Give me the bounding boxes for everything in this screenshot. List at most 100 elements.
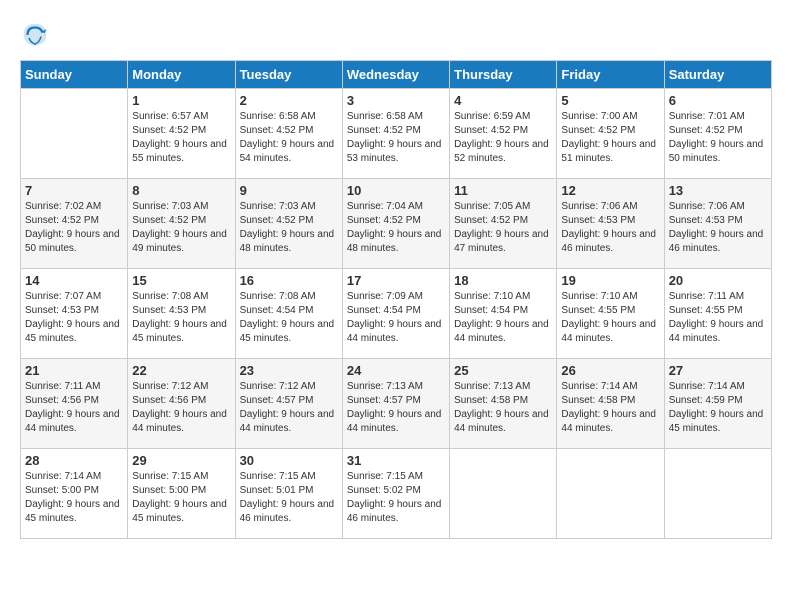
sunrise-text: Sunrise: 7:15 AM (132, 470, 230, 484)
daylight-text: Daylight: 9 hours and 45 minutes. (132, 318, 230, 346)
sunset-text: Sunset: 4:53 PM (561, 214, 659, 228)
daylight-text: Daylight: 9 hours and 46 minutes. (669, 228, 767, 256)
day-info: Sunrise: 7:01 AMSunset: 4:52 PMDaylight:… (669, 110, 767, 166)
daylight-text: Daylight: 9 hours and 46 minutes. (240, 498, 338, 526)
day-info: Sunrise: 7:13 AMSunset: 4:58 PMDaylight:… (454, 380, 552, 436)
sunset-text: Sunset: 4:52 PM (240, 124, 338, 138)
sunset-text: Sunset: 4:52 PM (669, 124, 767, 138)
daylight-text: Daylight: 9 hours and 48 minutes. (240, 228, 338, 256)
day-info: Sunrise: 7:02 AMSunset: 4:52 PMDaylight:… (25, 200, 123, 256)
header-row: SundayMondayTuesdayWednesdayThursdayFrid… (21, 61, 772, 89)
sunrise-text: Sunrise: 7:11 AM (669, 290, 767, 304)
day-number: 15 (132, 273, 230, 288)
sunrise-text: Sunrise: 7:10 AM (454, 290, 552, 304)
day-cell: 10Sunrise: 7:04 AMSunset: 4:52 PMDayligh… (342, 179, 449, 269)
day-cell: 20 Sunrise: 7:11 AMSunset: 4:55 PMDayligh… (664, 269, 771, 359)
daylight-text: Daylight: 9 hours and 44 minutes. (561, 318, 659, 346)
daylight-text: Daylight: 9 hours and 44 minutes. (669, 318, 767, 346)
sunrise-text: Sunrise: 7:02 AM (25, 200, 123, 214)
day-info: Sunrise: 6:58 AMSunset: 4:52 PMDaylight:… (240, 110, 338, 166)
day-cell: 21Sunrise: 7:11 AMSunset: 4:56 PMDayligh… (21, 359, 128, 449)
day-cell: 25 Sunrise: 7:13 AMSunset: 4:58 PMDayligh… (450, 359, 557, 449)
sunrise-text: Sunrise: 7:10 AM (561, 290, 659, 304)
daylight-text: Daylight: 9 hours and 50 minutes. (669, 138, 767, 166)
day-number: 17 (347, 273, 445, 288)
sunset-text: Sunset: 4:55 PM (669, 304, 767, 318)
calendar-body: 1Sunrise: 6:57 AMSunset: 4:52 PMDaylight… (21, 89, 772, 539)
day-number: 29 (132, 453, 230, 468)
sunset-text: Sunset: 5:00 PM (25, 484, 123, 498)
sunset-text: Sunset: 4:54 PM (454, 304, 552, 318)
day-number: 20 (669, 273, 767, 288)
day-cell: 17Sunrise: 7:09 AMSunset: 4:54 PMDayligh… (342, 269, 449, 359)
sunset-text: Sunset: 4:52 PM (347, 214, 445, 228)
day-cell: 9Sunrise: 7:03 AMSunset: 4:52 PMDaylight… (235, 179, 342, 269)
sunrise-text: Sunrise: 7:03 AM (132, 200, 230, 214)
sunset-text: Sunset: 5:02 PM (347, 484, 445, 498)
day-info: Sunrise: 7:11 AMSunset: 4:55 PMDaylight:… (669, 290, 767, 346)
sunset-text: Sunset: 4:58 PM (561, 394, 659, 408)
day-number: 28 (25, 453, 123, 468)
sunrise-text: Sunrise: 6:58 AM (347, 110, 445, 124)
day-cell: 22Sunrise: 7:12 AMSunset: 4:56 PMDayligh… (128, 359, 235, 449)
sunrise-text: Sunrise: 6:59 AM (454, 110, 552, 124)
day-number: 14 (25, 273, 123, 288)
day-info: Sunrise: 7:07 AMSunset: 4:53 PMDaylight:… (25, 290, 123, 346)
daylight-text: Daylight: 9 hours and 45 minutes. (25, 498, 123, 526)
day-cell: 6Sunrise: 7:01 AMSunset: 4:52 PMDaylight… (664, 89, 771, 179)
daylight-text: Daylight: 9 hours and 50 minutes. (25, 228, 123, 256)
day-cell: 3Sunrise: 6:58 AMSunset: 4:52 PMDaylight… (342, 89, 449, 179)
sunrise-text: Sunrise: 7:13 AM (347, 380, 445, 394)
day-cell (21, 89, 128, 179)
sunset-text: Sunset: 4:57 PM (240, 394, 338, 408)
header-cell-wednesday: Wednesday (342, 61, 449, 89)
day-number: 25 (454, 363, 552, 378)
day-number: 19 (561, 273, 659, 288)
page-header (20, 20, 772, 50)
sunrise-text: Sunrise: 7:09 AM (347, 290, 445, 304)
header-cell-tuesday: Tuesday (235, 61, 342, 89)
daylight-text: Daylight: 9 hours and 44 minutes. (347, 318, 445, 346)
sunrise-text: Sunrise: 7:05 AM (454, 200, 552, 214)
day-cell: 1Sunrise: 6:57 AMSunset: 4:52 PMDaylight… (128, 89, 235, 179)
sunrise-text: Sunrise: 7:01 AM (669, 110, 767, 124)
daylight-text: Daylight: 9 hours and 55 minutes. (132, 138, 230, 166)
day-cell: 28Sunrise: 7:14 AMSunset: 5:00 PMDayligh… (21, 449, 128, 539)
day-number: 13 (669, 183, 767, 198)
day-info: Sunrise: 7:06 AMSunset: 4:53 PMDaylight:… (669, 200, 767, 256)
day-number: 22 (132, 363, 230, 378)
sunrise-text: Sunrise: 7:08 AM (132, 290, 230, 304)
day-cell: 14 Sunrise: 7:07 AMSunset: 4:53 PMDayligh… (21, 269, 128, 359)
sunset-text: Sunset: 4:59 PM (669, 394, 767, 408)
sunset-text: Sunset: 5:01 PM (240, 484, 338, 498)
sunrise-text: Sunrise: 7:00 AM (561, 110, 659, 124)
sunrise-text: Sunrise: 7:14 AM (669, 380, 767, 394)
day-cell: 4Sunrise: 6:59 AMSunset: 4:52 PMDaylight… (450, 89, 557, 179)
daylight-text: Daylight: 9 hours and 44 minutes. (240, 408, 338, 436)
day-number: 10 (347, 183, 445, 198)
sunrise-text: Sunrise: 7:06 AM (669, 200, 767, 214)
day-cell: 16Sunrise: 7:08 AMSunset: 4:54 PMDayligh… (235, 269, 342, 359)
logo (20, 20, 54, 50)
daylight-text: Daylight: 9 hours and 46 minutes. (347, 498, 445, 526)
daylight-text: Daylight: 9 hours and 44 minutes. (132, 408, 230, 436)
day-info: Sunrise: 7:10 AMSunset: 4:55 PMDaylight:… (561, 290, 659, 346)
sunset-text: Sunset: 4:57 PM (347, 394, 445, 408)
sunset-text: Sunset: 4:53 PM (25, 304, 123, 318)
sunrise-text: Sunrise: 7:12 AM (132, 380, 230, 394)
day-info: Sunrise: 7:12 AMSunset: 4:57 PMDaylight:… (240, 380, 338, 436)
sunrise-text: Sunrise: 7:11 AM (25, 380, 123, 394)
day-info: Sunrise: 7:11 AMSunset: 4:56 PMDaylight:… (25, 380, 123, 436)
week-row-4: 21Sunrise: 7:11 AMSunset: 4:56 PMDayligh… (21, 359, 772, 449)
day-info: Sunrise: 6:58 AMSunset: 4:52 PMDaylight:… (347, 110, 445, 166)
day-info: Sunrise: 7:03 AMSunset: 4:52 PMDaylight:… (240, 200, 338, 256)
daylight-text: Daylight: 9 hours and 45 minutes. (240, 318, 338, 346)
sunrise-text: Sunrise: 7:14 AM (561, 380, 659, 394)
day-cell: 18Sunrise: 7:10 AMSunset: 4:54 PMDayligh… (450, 269, 557, 359)
header-cell-friday: Friday (557, 61, 664, 89)
daylight-text: Daylight: 9 hours and 45 minutes. (669, 408, 767, 436)
day-info: Sunrise: 7:08 AMSunset: 4:53 PMDaylight:… (132, 290, 230, 346)
day-info: Sunrise: 6:57 AMSunset: 4:52 PMDaylight:… (132, 110, 230, 166)
day-cell: 15 Sunrise: 7:08 AMSunset: 4:53 PMDayligh… (128, 269, 235, 359)
day-cell: 5Sunrise: 7:00 AMSunset: 4:52 PMDaylight… (557, 89, 664, 179)
